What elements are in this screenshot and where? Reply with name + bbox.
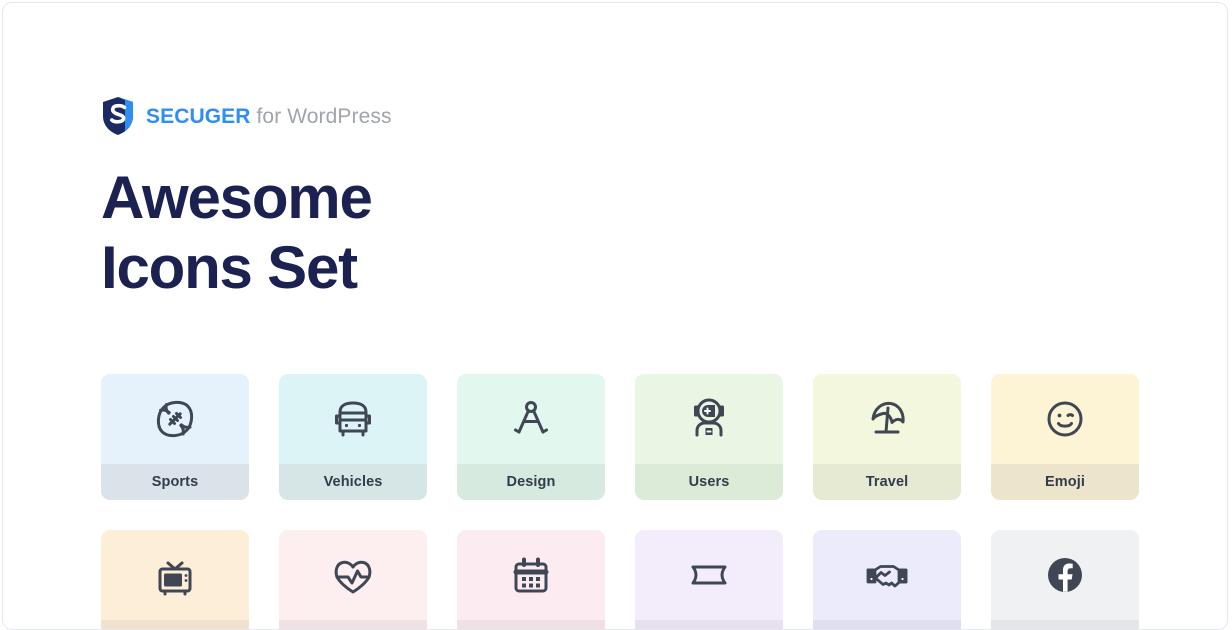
beach-umbrella-icon [813, 374, 961, 464]
icon-card-label: Users [635, 464, 783, 500]
shield-s-logo-icon [101, 96, 135, 136]
compass-icon [457, 374, 605, 464]
page-frame: SECUGER for WordPress Awesome Icons Set … [2, 2, 1228, 630]
facebook-icon [991, 530, 1139, 620]
brand-suffix: for WordPress [250, 104, 392, 128]
page-title-line-1: Awesome [101, 164, 373, 231]
brand-name: SECUGER [146, 104, 251, 128]
icon-card-label [279, 620, 427, 629]
icon-card-label [635, 620, 783, 629]
retro-tv-icon [101, 530, 249, 620]
icon-card-label: Vehicles [279, 464, 427, 500]
icon-card-label [813, 620, 961, 629]
icon-card-calendar[interactable] [457, 530, 605, 629]
icon-card-travel[interactable]: Travel [813, 374, 961, 500]
icon-card-emoji[interactable]: Emoji [991, 374, 1139, 500]
icon-card-ticket[interactable] [635, 530, 783, 629]
wink-smiley-icon [991, 374, 1139, 464]
handshake-icon [813, 530, 961, 620]
page-title: Awesome Icons Set [101, 163, 721, 302]
icon-card-label: Design [457, 464, 605, 500]
brand-text: SECUGER for WordPress [146, 106, 392, 127]
icon-card-label: Emoji [991, 464, 1139, 500]
icon-grid: Sports Vehicles Design Users Travel Emoj… [101, 374, 1139, 629]
icon-card-partners[interactable] [813, 530, 961, 629]
icon-card-vehicles[interactable]: Vehicles [279, 374, 427, 500]
icon-card-label [101, 620, 249, 629]
icon-card-label [991, 620, 1139, 629]
icon-card-sports[interactable]: Sports [101, 374, 249, 500]
icon-card-label: Travel [813, 464, 961, 500]
icon-card-facebook[interactable] [991, 530, 1139, 629]
icon-card-design[interactable]: Design [457, 374, 605, 500]
icon-card-tv[interactable] [101, 530, 249, 629]
astronaut-icon [635, 374, 783, 464]
page-title-line-2: Icons Set [101, 233, 358, 301]
icon-card-health[interactable] [279, 530, 427, 629]
bus-icon [279, 374, 427, 464]
icon-card-label [457, 620, 605, 629]
brand-lockup: SECUGER for WordPress [101, 95, 392, 137]
ticket-icon [635, 530, 783, 620]
icon-card-label: Sports [101, 464, 249, 500]
calendar-icon [457, 530, 605, 620]
heart-pulse-icon [279, 530, 427, 620]
football-icon [101, 374, 249, 464]
icon-card-users[interactable]: Users [635, 374, 783, 500]
